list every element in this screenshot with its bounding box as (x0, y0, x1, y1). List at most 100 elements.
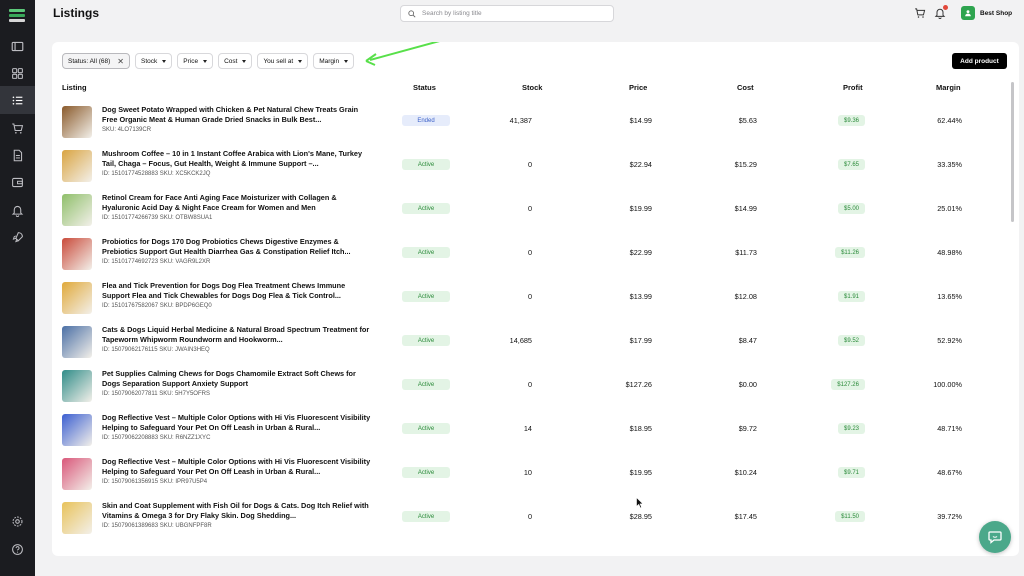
listing-title[interactable]: Dog Reflective Vest – Multiple Color Opt… (102, 457, 374, 476)
table-row[interactable]: Probiotics for Dogs 170 Dog Probiotics C… (62, 234, 1007, 278)
cost-cell: $5.63 (738, 116, 757, 125)
product-thumbnail[interactable] (62, 370, 92, 402)
product-thumbnail[interactable] (62, 458, 92, 490)
table-row[interactable]: Flea and Tick Prevention for Dogs Dog Fl… (62, 278, 1007, 322)
stock-cell: 0 (527, 380, 532, 389)
stock-cell: 41,387 (509, 116, 532, 125)
cart-icon (12, 123, 24, 134)
listing-title[interactable]: Mushroom Coffee – 10 in 1 Instant Coffee… (102, 149, 374, 168)
sidebar-item-listings[interactable] (0, 86, 35, 114)
price-cell: $127.26 (625, 380, 652, 389)
rocket-icon (12, 231, 23, 242)
column-header-status[interactable]: Status (413, 83, 436, 92)
status-badge: Active (402, 379, 450, 390)
column-header-stock[interactable]: Stock (522, 83, 542, 92)
table-header: Listing Status Stock Price Cost Profit M… (62, 83, 1007, 95)
you-sell-at-filter[interactable]: You sell at (257, 53, 309, 69)
cost-cell: $12.08 (734, 292, 757, 301)
price-cell: $19.99 (629, 204, 652, 213)
listing-meta: ID: 15101774528883 SKU: XC5KCK2JQ (102, 171, 211, 177)
sidebar-item-products[interactable] (0, 59, 35, 87)
search-input[interactable] (422, 10, 602, 17)
column-header-profit[interactable]: Profit (843, 83, 863, 92)
sidebar-item-launch[interactable] (0, 223, 35, 251)
margin-filter-label: Margin (319, 57, 340, 65)
table-row[interactable]: Pet Supplies Calming Chews for Dogs Cham… (62, 366, 1007, 410)
product-thumbnail[interactable] (62, 194, 92, 226)
listing-title[interactable]: Flea and Tick Prevention for Dogs Dog Fl… (102, 281, 374, 300)
dashboard-icon (11, 41, 24, 51)
sidebar-item-settings[interactable] (0, 507, 35, 535)
product-thumbnail[interactable] (62, 414, 92, 446)
status-badge: Active (402, 291, 450, 302)
column-header-price[interactable]: Price (629, 83, 647, 92)
settings-icon (12, 516, 23, 526)
margin-cell: 100.00% (933, 380, 962, 389)
table-row[interactable]: Skin and Coat Supplement with Fish Oil f… (62, 498, 1007, 542)
close-icon[interactable]: ✕ (117, 57, 124, 66)
scrollbar[interactable] (1011, 82, 1014, 222)
product-thumbnail[interactable] (62, 282, 92, 314)
stock-cell: 0 (527, 292, 532, 301)
listing-meta: ID: 15079062176115 SKU: JWAIN3HEQ (102, 347, 210, 353)
price-cell: $19.95 (629, 468, 652, 477)
product-thumbnail[interactable] (62, 106, 92, 138)
sidebar-item-orders[interactable] (0, 114, 35, 142)
listing-title[interactable]: Pet Supplies Calming Chews for Dogs Cham… (102, 369, 374, 388)
search-box[interactable] (400, 5, 614, 22)
stock-cell: 0 (527, 512, 532, 521)
app-logo[interactable] (9, 9, 25, 23)
listing-title[interactable]: Probiotics for Dogs 170 Dog Probiotics C… (102, 237, 374, 256)
profit-badge: $9.23 (837, 423, 865, 434)
stock-filter[interactable]: Stock (134, 53, 173, 69)
table-row[interactable]: Retinol Cream for Face Anti Aging Face M… (62, 190, 1007, 234)
status-badge: Active (402, 159, 450, 170)
table-row[interactable]: Mushroom Coffee – 10 in 1 Instant Coffee… (62, 146, 1007, 190)
status-filter-chip[interactable]: Status: All (68) ✕ (62, 53, 130, 69)
status-badge: Active (402, 511, 450, 522)
price-filter[interactable]: Price (177, 53, 214, 69)
product-thumbnail[interactable] (62, 150, 92, 182)
listing-title[interactable]: Dog Sweet Potato Wrapped with Chicken & … (102, 105, 374, 124)
product-thumbnail[interactable] (62, 238, 92, 270)
listing-title[interactable]: Dog Reflective Vest – Multiple Color Opt… (102, 413, 374, 432)
sidebar-item-documents[interactable] (0, 141, 35, 169)
price-cell: $22.94 (629, 160, 652, 169)
product-thumbnail[interactable] (62, 326, 92, 358)
shop-avatar (961, 6, 975, 20)
cost-filter[interactable]: Cost (218, 53, 253, 69)
listing-title[interactable]: Cats & Dogs Liquid Herbal Medicine & Nat… (102, 325, 374, 344)
table-row[interactable]: Cats & Dogs Liquid Herbal Medicine & Nat… (62, 322, 1007, 366)
sidebar-item-help[interactable] (0, 535, 35, 563)
chevron-down-icon (298, 59, 303, 63)
status-badge: Active (402, 467, 450, 478)
price-cell: $18.95 (629, 424, 652, 433)
column-header-margin[interactable]: Margin (936, 83, 961, 92)
stock-cell: 14 (523, 424, 532, 433)
price-cell: $22.99 (629, 248, 652, 257)
margin-cell: 48.98% (937, 248, 962, 257)
listing-meta: ID: 15079061389683 SKU: UBGNFPF8R (102, 523, 212, 529)
sidebar-item-notifications[interactable] (0, 196, 35, 224)
cart-icon[interactable] (914, 7, 926, 19)
status-badge: Active (402, 247, 450, 258)
profit-badge: $1.91 (837, 291, 865, 302)
chat-button[interactable] (979, 521, 1011, 553)
page-title: Listings (53, 6, 100, 20)
listing-title[interactable]: Retinol Cream for Face Anti Aging Face M… (102, 193, 374, 212)
cost-cell: $14.99 (734, 204, 757, 213)
mouse-cursor-icon (636, 497, 644, 509)
shop-switcher[interactable]: Best Shop (961, 6, 1012, 20)
product-thumbnail[interactable] (62, 502, 92, 534)
column-header-listing[interactable]: Listing (62, 83, 87, 92)
sidebar-item-dashboard[interactable] (0, 32, 35, 60)
price-cell: $28.95 (629, 512, 652, 521)
table-row[interactable]: Dog Reflective Vest – Multiple Color Opt… (62, 454, 1007, 498)
margin-filter[interactable]: Margin (313, 53, 355, 69)
listing-title[interactable]: Skin and Coat Supplement with Fish Oil f… (102, 501, 374, 520)
table-row[interactable]: Dog Sweet Potato Wrapped with Chicken & … (62, 102, 1007, 146)
column-header-cost[interactable]: Cost (737, 83, 754, 92)
add-product-button[interactable]: Add product (952, 53, 1007, 69)
table-row[interactable]: Dog Reflective Vest – Multiple Color Opt… (62, 410, 1007, 454)
sidebar-item-wallet[interactable] (0, 168, 35, 196)
